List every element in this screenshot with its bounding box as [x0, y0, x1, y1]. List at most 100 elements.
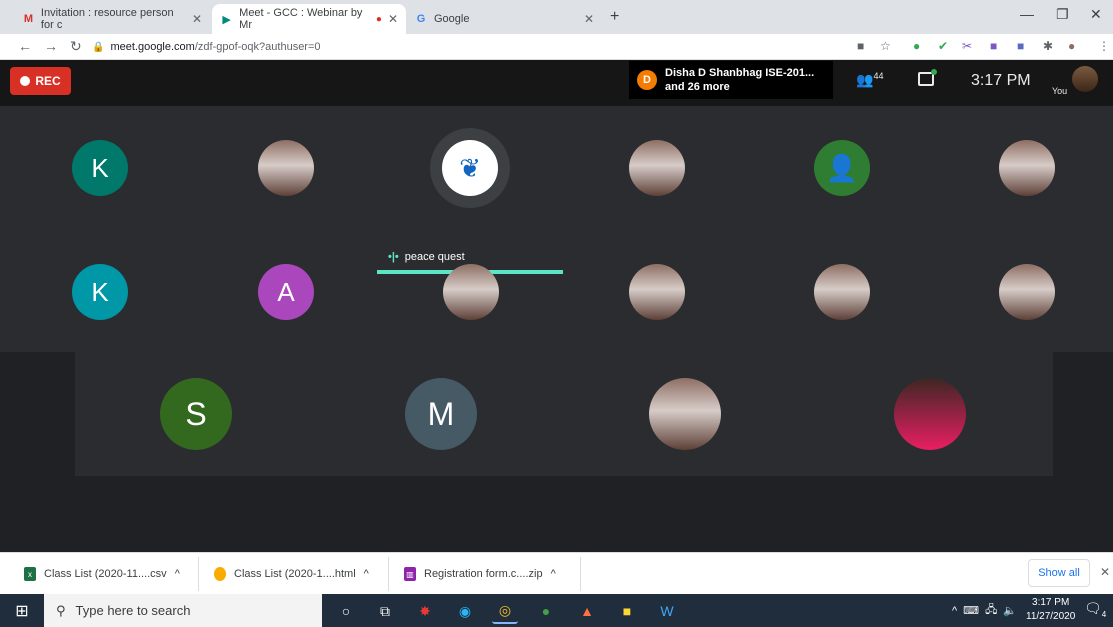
download-item[interactable]: ▥ Registration form.c....zip ^	[404, 565, 556, 583]
tab-label: Invitation : resource person for c	[40, 7, 174, 31]
tab-google[interactable]: G Google ✕	[406, 4, 602, 34]
extension-scissors-icon[interactable]: ✂	[962, 39, 972, 53]
tab-meet[interactable]: ▶ Meet - GCC : Webinar by Mr ● ✕	[212, 4, 406, 34]
google-icon: G	[416, 13, 426, 25]
excel-file-icon: x	[24, 567, 36, 581]
close-icon[interactable]: ✕	[388, 12, 398, 26]
extension-green-icon[interactable]: ●	[913, 39, 920, 53]
participant-photo[interactable]	[629, 264, 685, 320]
gmail-icon: M	[23, 13, 34, 25]
participant-photo[interactable]	[649, 378, 721, 450]
participant-tile[interactable]: K	[72, 140, 128, 196]
self-view[interactable]: You	[1052, 64, 1102, 100]
close-icon[interactable]: ✕	[584, 12, 594, 26]
shelf-close-icon[interactable]: ✕	[1100, 565, 1110, 579]
active-speaker-tile[interactable]: ❦	[430, 128, 510, 208]
extension-purple-icon[interactable]: ■	[990, 39, 997, 53]
window-close-icon[interactable]: ✕	[1090, 6, 1102, 23]
windows-start-icon[interactable]: ⊞	[0, 594, 44, 627]
self-label: You	[1052, 86, 1068, 96]
participant-row3: S M	[75, 352, 1053, 476]
taskbar-search[interactable]: ⚲ Type here to search	[44, 594, 322, 627]
chevron-up-icon[interactable]: ^	[551, 568, 556, 580]
participant-photo[interactable]	[814, 264, 870, 320]
tab-gmail[interactable]: M Invitation : resource person for c ✕	[14, 4, 210, 34]
taskbar-date: 11/27/2020	[1026, 611, 1076, 622]
meet-stage: REC D Disha D Shanbhag ISE-201... and 26…	[0, 60, 1113, 577]
network-icon[interactable]: 🖧	[985, 601, 997, 620]
participant-tile[interactable]: M	[405, 378, 477, 450]
volume-icon[interactable]: 🔈	[1003, 604, 1017, 617]
search-icon: ⚲	[56, 602, 66, 618]
matlab-icon[interactable]: ▲	[574, 598, 600, 624]
url-input[interactable]: 🔒 meet.google.com /zdf-gpof-oqk?authuser…	[92, 36, 848, 58]
keyboard-icon[interactable]: ⌨	[963, 604, 979, 617]
action-center-icon[interactable]: 🗨4	[1084, 600, 1106, 619]
chrome-icon[interactable]: ◎	[492, 598, 518, 624]
close-icon[interactable]: ✕	[192, 12, 202, 26]
cortana-icon[interactable]: ○	[333, 598, 359, 624]
app-green-icon[interactable]: ●	[533, 598, 559, 624]
system-tray: ^ ⌨ 🖧 🔈	[952, 594, 1017, 627]
windows-taskbar: ⊞ ⚲ Type here to search ○ ⧉ ✸ ◉ ◎ ● ▲ ■ …	[0, 594, 1113, 627]
reload-icon[interactable]: ↻	[70, 38, 82, 55]
notification-line1: Disha D Shanbhag ISE-201...	[665, 67, 815, 79]
search-placeholder: Type here to search	[75, 603, 191, 618]
speaker-name-label: •|• peace quest	[388, 251, 465, 263]
participant-photo[interactable]	[443, 264, 499, 320]
star-icon[interactable]: ☆	[880, 39, 891, 53]
show-all-button[interactable]: Show all	[1028, 559, 1090, 587]
people-button[interactable]: 👥44	[856, 71, 883, 89]
edge-icon[interactable]: ◉	[452, 598, 478, 624]
participant-photo[interactable]	[999, 264, 1055, 320]
chevron-up-icon[interactable]: ^	[952, 605, 957, 617]
extension-pdf-icon[interactable]: ■	[1017, 39, 1024, 53]
camera-icon[interactable]: ■	[857, 39, 864, 53]
meet-top-bar: REC D Disha D Shanbhag ISE-201... and 26…	[0, 60, 1113, 106]
app-red-icon[interactable]: ✸	[412, 598, 438, 624]
forward-icon[interactable]: →	[44, 38, 58, 54]
participant-photo[interactable]	[258, 140, 314, 196]
divider	[580, 557, 581, 591]
back-icon[interactable]: ←	[18, 38, 32, 54]
notification-line2: and 26 more	[665, 81, 730, 93]
taskbar-clock[interactable]: 3:17 PM 11/27/2020	[1026, 596, 1075, 624]
people-icon: 👥	[856, 71, 874, 88]
participant-photo[interactable]	[999, 140, 1055, 196]
download-name: Class List (2020-11....csv	[44, 568, 167, 580]
join-notification[interactable]: D Disha D Shanbhag ISE-201... and 26 mor…	[629, 61, 833, 99]
participant-tile[interactable]: A	[258, 264, 314, 320]
lock-icon: 🔒	[92, 41, 105, 53]
zip-file-icon: ▥	[404, 567, 416, 581]
puzzle-icon[interactable]: ✱	[1043, 39, 1053, 53]
participant-tile[interactable]: K	[72, 264, 128, 320]
speaker-name: peace quest	[404, 251, 465, 263]
word-icon[interactable]: W	[654, 598, 680, 624]
profile-avatar-icon[interactable]: ●	[1068, 39, 1075, 53]
new-tab-button[interactable]: +	[610, 8, 619, 26]
participant-photo[interactable]	[894, 378, 966, 450]
chat-icon[interactable]	[918, 69, 937, 86]
menu-icon[interactable]: ⋮	[1098, 39, 1110, 53]
avatar: D	[637, 70, 657, 90]
recording-badge: REC	[10, 67, 71, 95]
tab-label: Meet - GCC : Webinar by Mr	[239, 7, 363, 31]
participant-grid: K ❦ 👤 •|• peace quest K A	[0, 106, 1113, 352]
minimize-icon[interactable]: —	[1020, 6, 1034, 22]
participant-photo[interactable]	[629, 140, 685, 196]
chat-unread-dot	[931, 69, 937, 75]
divider	[388, 557, 389, 591]
task-view-icon[interactable]: ⧉	[372, 598, 398, 624]
participant-tile[interactable]: S	[160, 378, 232, 450]
participant-tile[interactable]: 👤	[814, 140, 870, 196]
download-item[interactable]: x Class List (2020-11....csv ^	[24, 565, 180, 583]
file-explorer-icon[interactable]: ■	[614, 598, 640, 624]
restore-icon[interactable]: ❐	[1056, 6, 1069, 23]
chevron-up-icon[interactable]: ^	[175, 568, 180, 580]
download-name: Registration form.c....zip	[424, 568, 543, 580]
participant-count: 44	[873, 71, 884, 81]
chevron-up-icon[interactable]: ^	[364, 568, 369, 580]
download-item[interactable]: Class List (2020-1....html ^	[214, 565, 369, 583]
recording-dot-icon: ●	[375, 13, 382, 25]
check-icon[interactable]: ✔	[938, 39, 948, 53]
